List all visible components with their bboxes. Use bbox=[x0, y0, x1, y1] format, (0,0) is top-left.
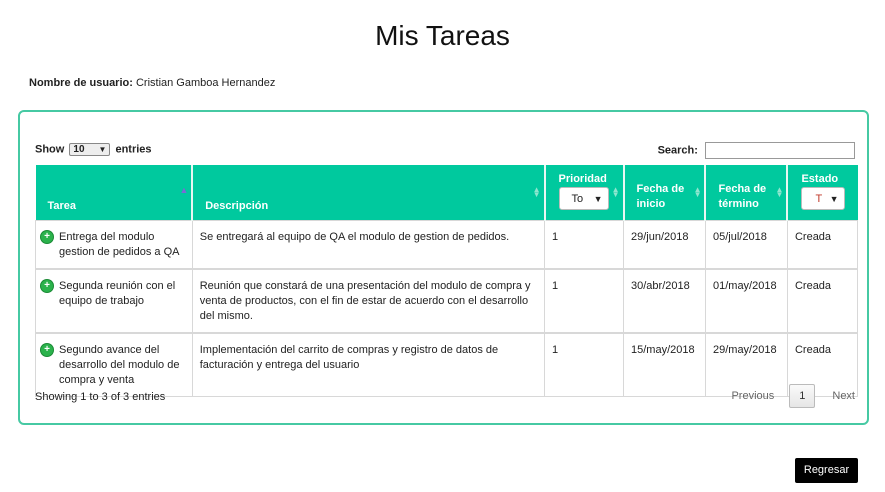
previous-page-button[interactable]: Previous bbox=[731, 390, 774, 402]
sort-arrows-icon: ▲ ▼ bbox=[611, 185, 620, 199]
estado-filter-value: T bbox=[815, 193, 823, 205]
cell-prioridad: 1 bbox=[544, 267, 624, 333]
cell-fecha-inicio: 29/jun/2018 bbox=[623, 219, 706, 269]
table-info: Showing 1 to 3 of 3 entries bbox=[35, 391, 166, 403]
show-label: Show bbox=[35, 143, 65, 156]
entries-label: entries bbox=[115, 143, 152, 156]
back-button[interactable]: Regresar bbox=[795, 458, 858, 483]
pagination: Previous 1 Next bbox=[731, 384, 855, 408]
sort-arrows-icon: ▲ ▼ bbox=[532, 185, 541, 199]
prioridad-filter-select[interactable]: To ▼ bbox=[558, 187, 609, 210]
search-label: Search: bbox=[657, 144, 698, 157]
page-title: Mis Tareas bbox=[375, 20, 510, 51]
table-row[interactable]: + Entrega del modulo gestion de pedidos … bbox=[35, 219, 859, 269]
column-label-fecha-inicio: Fecha de inicio bbox=[636, 182, 685, 210]
cell-descripcion: Reunión que constará de una presentación… bbox=[191, 267, 546, 333]
task-name: Entrega del modulo gestion de pedidos a … bbox=[59, 230, 180, 258]
column-header-tarea[interactable]: Tarea ▲ bbox=[35, 165, 194, 220]
column-label-fecha-termino: Fecha de término bbox=[718, 182, 767, 210]
cell-descripcion: Se entregará al equipo de QA el modulo d… bbox=[191, 219, 546, 269]
cell-fecha-inicio: 30/abr/2018 bbox=[623, 267, 706, 333]
page-length-control: Show 10 ▼ entries bbox=[35, 143, 152, 156]
plus-circle-icon[interactable]: + bbox=[41, 230, 53, 243]
column-header-fecha-inicio[interactable]: Fecha de inicio ▲ ▼ bbox=[623, 165, 707, 220]
table-header-row: Tarea ▲ Descripción ▲ ▼ Prioridad To ▼ ▲ ▼ bbox=[35, 165, 858, 220]
cell-fecha-inicio: 15/may/2018 bbox=[623, 331, 706, 397]
cell-fecha-termino: 01/may/2018 bbox=[704, 267, 788, 333]
cell-estado: Creada bbox=[786, 219, 859, 269]
table-row[interactable]: + Segunda reunión con el equipo de traba… bbox=[35, 267, 859, 333]
column-label-prioridad: Prioridad bbox=[558, 173, 607, 185]
column-header-fecha-termino[interactable]: Fecha de término ▲ ▼ bbox=[705, 165, 789, 220]
page-length-select[interactable]: 10 ▼ bbox=[69, 143, 111, 156]
user-info: Nombre de usuario: Cristian Gamboa Herna… bbox=[29, 77, 275, 89]
page-1-button[interactable]: 1 bbox=[789, 384, 816, 408]
cell-fecha-termino: 05/jul/2018 bbox=[704, 219, 788, 269]
column-header-descripcion[interactable]: Descripción ▲ ▼ bbox=[192, 165, 546, 220]
page-length-value: 10 bbox=[73, 144, 85, 155]
column-label-estado: Estado bbox=[801, 173, 839, 185]
tasks-panel: Show 10 ▼ entries Search: Tarea ▲ Descri… bbox=[18, 110, 869, 425]
task-name: Segundo avance del desarrollo del modulo… bbox=[59, 343, 180, 386]
cell-tarea: + Segunda reunión con el equipo de traba… bbox=[35, 267, 193, 333]
cell-descripcion: Implementación del carrito de compras y … bbox=[191, 331, 546, 397]
plus-circle-icon[interactable]: + bbox=[41, 343, 53, 356]
column-header-estado[interactable]: Estado T ▼ bbox=[787, 165, 858, 220]
caret-down-icon: ▼ bbox=[593, 194, 603, 204]
search-input[interactable] bbox=[705, 142, 855, 159]
column-label-tarea: Tarea bbox=[47, 199, 77, 212]
prioridad-filter-value: To bbox=[571, 193, 584, 205]
column-header-prioridad[interactable]: Prioridad To ▼ ▲ ▼ bbox=[544, 165, 625, 220]
search-control: Search: bbox=[658, 142, 855, 159]
sort-asc-icon: ▲ bbox=[179, 185, 189, 195]
user-name: Cristian Gamboa Hernandez bbox=[135, 77, 276, 89]
caret-down-icon: ▼ bbox=[98, 145, 107, 154]
cell-tarea: + Segundo avance del desarrollo del modu… bbox=[35, 331, 193, 397]
task-name: Segunda reunión con el equipo de trabajo bbox=[59, 279, 176, 307]
sort-arrows-icon: ▲ ▼ bbox=[775, 185, 784, 199]
cell-estado: Creada bbox=[786, 267, 859, 333]
next-page-button[interactable]: Next bbox=[832, 390, 855, 402]
cell-tarea: + Entrega del modulo gestion de pedidos … bbox=[35, 219, 193, 269]
user-label: Nombre de usuario: bbox=[29, 77, 133, 89]
tasks-table: Tarea ▲ Descripción ▲ ▼ Prioridad To ▼ ▲ ▼ bbox=[35, 165, 859, 397]
plus-circle-icon[interactable]: + bbox=[41, 279, 53, 292]
sort-arrows-icon: ▲ ▼ bbox=[693, 185, 702, 199]
column-label-descripcion: Descripción bbox=[205, 199, 269, 212]
cell-prioridad: 1 bbox=[544, 331, 624, 397]
cell-prioridad: 1 bbox=[544, 219, 624, 269]
caret-down-icon: ▼ bbox=[829, 194, 839, 204]
estado-filter-select[interactable]: T ▼ bbox=[801, 187, 845, 210]
